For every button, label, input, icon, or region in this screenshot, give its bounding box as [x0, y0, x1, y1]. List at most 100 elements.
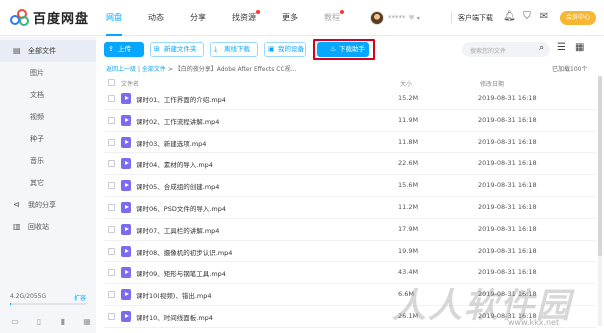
- nav-netdisk[interactable]: 网盘: [106, 0, 122, 36]
- column-header-name[interactable]: 文件名: [121, 79, 139, 88]
- my-device-button[interactable]: ▣ 我的设备: [264, 42, 306, 57]
- storage-quota: 4.2G/2055G: [10, 293, 47, 300]
- sidebar-item-music[interactable]: 音乐: [0, 150, 96, 172]
- table-row[interactable]: 课时05、合成组的创建.mp4 15.6M 2019-08-31 16:18: [104, 175, 596, 197]
- sidebar-item-label: 我的分享: [28, 201, 56, 209]
- sort-icon[interactable]: ☰: [557, 42, 566, 53]
- nav-find-resources[interactable]: 找资源: [232, 0, 260, 36]
- row-checkbox[interactable]: [108, 138, 115, 146]
- row-checkbox[interactable]: [108, 182, 115, 190]
- file-date: 2019-08-31 16:18: [478, 115, 537, 124]
- upload-icon: ⇪: [108, 45, 114, 53]
- nav-share[interactable]: 分享: [190, 0, 206, 36]
- watermark-url: www.kkx.net: [508, 318, 560, 327]
- row-checkbox[interactable]: [108, 291, 115, 299]
- video-file-icon: [121, 158, 131, 170]
- file-size: 17.9M: [398, 224, 419, 233]
- file-size: 11.8M: [398, 137, 419, 146]
- monitor-icon[interactable]: ▭: [8, 317, 22, 327]
- file-name[interactable]: 课时03、新建选项.mp4: [136, 138, 206, 148]
- file-name[interactable]: 课时04、素材的导入.mp4: [136, 159, 213, 169]
- select-all-checkbox[interactable]: [108, 79, 115, 86]
- storage-progress-fill: [10, 303, 11, 305]
- sidebar-item-torrents[interactable]: 种子: [0, 128, 96, 150]
- sidebar-item-documents[interactable]: 文档: [0, 84, 96, 106]
- search-icon[interactable]: ⌕: [539, 43, 544, 53]
- row-checkbox[interactable]: [108, 312, 115, 320]
- search-input[interactable]: 搜索您的文件: [470, 46, 506, 55]
- new-folder-button[interactable]: ⊞ 新建文件夹: [150, 42, 204, 57]
- file-name[interactable]: 课时07、工具栏的讲解.mp4: [136, 225, 219, 235]
- logo[interactable]: 百度网盘: [10, 8, 89, 27]
- nav-tutorial[interactable]: 教程: [324, 0, 344, 36]
- breadcrumb-back-link[interactable]: 返回上一级: [106, 66, 136, 73]
- upload-button[interactable]: ⇪ 上传: [104, 42, 144, 57]
- breadcrumb-separator: >: [167, 66, 175, 73]
- table-row[interactable]: 课时04、素材的导入.mp4 22.6M 2019-08-31 16:18: [104, 153, 596, 176]
- file-date: 2019-08-31 16:18: [478, 159, 537, 168]
- file-name[interactable]: 课时06、PSD文件的导入.mp4: [136, 203, 226, 213]
- username: *****: [388, 14, 406, 22]
- breadcrumb: 返回上一级 | 全部文件 > 【白的夜分享】Adobe After Effect…: [106, 64, 296, 73]
- shirt-icon[interactable]: ⛉: [521, 11, 533, 23]
- offline-download-button[interactable]: ⤓ 离线下载: [210, 42, 258, 57]
- sidebar-item-videos[interactable]: 视频: [0, 106, 96, 128]
- file-name[interactable]: 课时09、矩形与钢笔工具.mp4: [136, 268, 226, 278]
- file-size: 11.2M: [398, 202, 419, 211]
- file-name[interactable]: 课时10、时间线面板.mp4: [136, 312, 213, 322]
- table-row[interactable]: 课时01、工作界面的介绍.mp4 15.2M 2019-08-31 16:18: [104, 88, 596, 110]
- client-download-link[interactable]: 客户端下载: [458, 13, 493, 23]
- row-checkbox[interactable]: [108, 95, 115, 102]
- column-header-size[interactable]: 大小: [400, 79, 412, 88]
- table-row[interactable]: 课时02、工作流程讲解.mp4 11.9M 2019-08-31 16:18: [104, 110, 596, 132]
- phone-icon[interactable]: ▯: [32, 317, 46, 327]
- nav-activity[interactable]: 动态: [148, 0, 164, 36]
- row-checkbox[interactable]: [108, 160, 115, 168]
- sidebar-item-my-share[interactable]: ⊲ 我的分享: [0, 194, 96, 216]
- sidebar-item-all-files[interactable]: ▤ 全部文件: [0, 40, 96, 62]
- row-checkbox[interactable]: [108, 203, 115, 211]
- column-header-date[interactable]: 修改日期: [480, 79, 504, 88]
- file-name[interactable]: 课时02、工作流程讲解.mp4: [136, 116, 219, 126]
- row-checkbox[interactable]: [108, 247, 115, 255]
- file-date: 2019-08-31 16:18: [478, 268, 537, 277]
- divider: [451, 12, 452, 23]
- nav-more[interactable]: 更多: [282, 0, 298, 36]
- file-name[interactable]: 课时10(视频)、错出.mp4: [136, 290, 212, 300]
- avatar[interactable]: [370, 11, 384, 25]
- bell-icon[interactable]: 🔔︎: [503, 11, 516, 23]
- search-box[interactable]: 搜索您的文件 ⌕: [462, 42, 550, 57]
- scrollbar[interactable]: [598, 76, 602, 326]
- folder-plus-icon: ⊞: [154, 45, 160, 53]
- main-nav: 网盘 动态 分享 找资源 更多 教程: [106, 0, 366, 36]
- heart-icon: ♥: [408, 14, 415, 22]
- video-file-icon: [121, 114, 131, 126]
- sidebar-item-recycle-bin[interactable]: ▥ 回收站: [0, 216, 96, 238]
- nav-find-resources-label: 找资源: [232, 13, 256, 22]
- grid-view-icon[interactable]: ▦: [575, 42, 584, 53]
- feedback-icon[interactable]: ✉: [538, 11, 550, 23]
- vip-center-button[interactable]: 会员中心: [560, 11, 596, 25]
- table-row[interactable]: 课时08、摄像机的初步认识.mp4 19.9M 2019-08-31 16:18: [104, 241, 596, 263]
- row-checkbox[interactable]: [108, 269, 115, 277]
- row-checkbox[interactable]: [108, 225, 115, 233]
- file-name[interactable]: 课时08、摄像机的初步认识.mp4: [136, 247, 232, 257]
- table-row[interactable]: 课时03、新建选项.mp4 11.8M 2019-08-31 16:18: [104, 132, 596, 154]
- breadcrumb-all-files-link[interactable]: 全部文件: [142, 66, 166, 73]
- loaded-count: 已加载100个: [552, 66, 588, 73]
- expand-storage-link[interactable]: 扩容: [74, 293, 86, 302]
- more-icon[interactable]: ▦: [80, 317, 94, 327]
- table-row[interactable]: 课时07、工具栏的讲解.mp4 17.9M 2019-08-31 16:18: [104, 219, 596, 241]
- file-name[interactable]: 课时01、工作界面的介绍.mp4: [136, 94, 226, 104]
- scrollbar-thumb[interactable]: [598, 76, 602, 256]
- row-checkbox[interactable]: [108, 116, 115, 124]
- sidebar-item-images[interactable]: 图片: [0, 62, 96, 84]
- cloud-logo-icon: [10, 8, 30, 27]
- user-menu[interactable]: ***** ♥ ▾: [370, 11, 420, 25]
- file-icon: ▤: [13, 46, 21, 55]
- device-icon[interactable]: ▮: [56, 317, 70, 327]
- file-name[interactable]: 课时05、合成组的创建.mp4: [136, 181, 219, 191]
- video-file-icon: [121, 180, 131, 192]
- sidebar-item-other[interactable]: 其它: [0, 172, 96, 194]
- table-row[interactable]: 课时06、PSD文件的导入.mp4 11.2M 2019-08-31 16:18: [104, 197, 596, 219]
